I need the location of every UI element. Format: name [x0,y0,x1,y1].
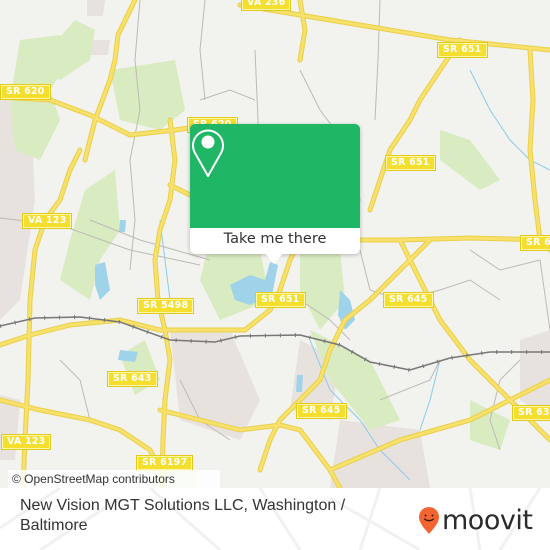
route-label-sr6197: SR 6197 [135,455,194,471]
route-label-sr63: SR 63 [512,405,550,421]
route-label-sr643: SR 643 [107,371,158,387]
route-label-va236: VA 236 [240,0,292,11]
route-label-sr651: SR 651 [255,292,306,308]
moovit-logo[interactable]: moovit [418,505,533,536]
route-label-sr620: SR 620 [0,84,51,100]
map-attribution[interactable]: © OpenStreetMap contributors [8,470,220,488]
route-label-sr651: SR 651 [385,155,436,171]
moovit-face-pin-icon [419,507,439,534]
route-label-sr645: SR 645 [296,403,347,419]
popup-pointer [264,252,284,264]
map-view[interactable]: VA 236 SR 651 SR 620 SR 620 SR 651 VA 12… [0,0,550,488]
take-me-there-button[interactable]: Take me there [190,228,360,254]
route-label-sr651: SR 651 [437,42,488,58]
popup-header [190,124,360,228]
moovit-wordmark: moovit [442,505,533,536]
route-label-sr6: SR 6 [520,235,550,251]
route-label-va123: VA 123 [0,434,52,450]
route-label-sr5498: SR 5498 [136,298,195,314]
route-label-va123: VA 123 [21,213,73,229]
map-pin-icon [192,129,224,177]
footer: New Vision MGT Solutions LLC, Washington… [0,488,550,550]
route-label-sr645: SR 645 [383,292,434,308]
location-popup: Take me there [190,124,360,264]
place-title: New Vision MGT Solutions LLC, Washington… [20,497,346,534]
